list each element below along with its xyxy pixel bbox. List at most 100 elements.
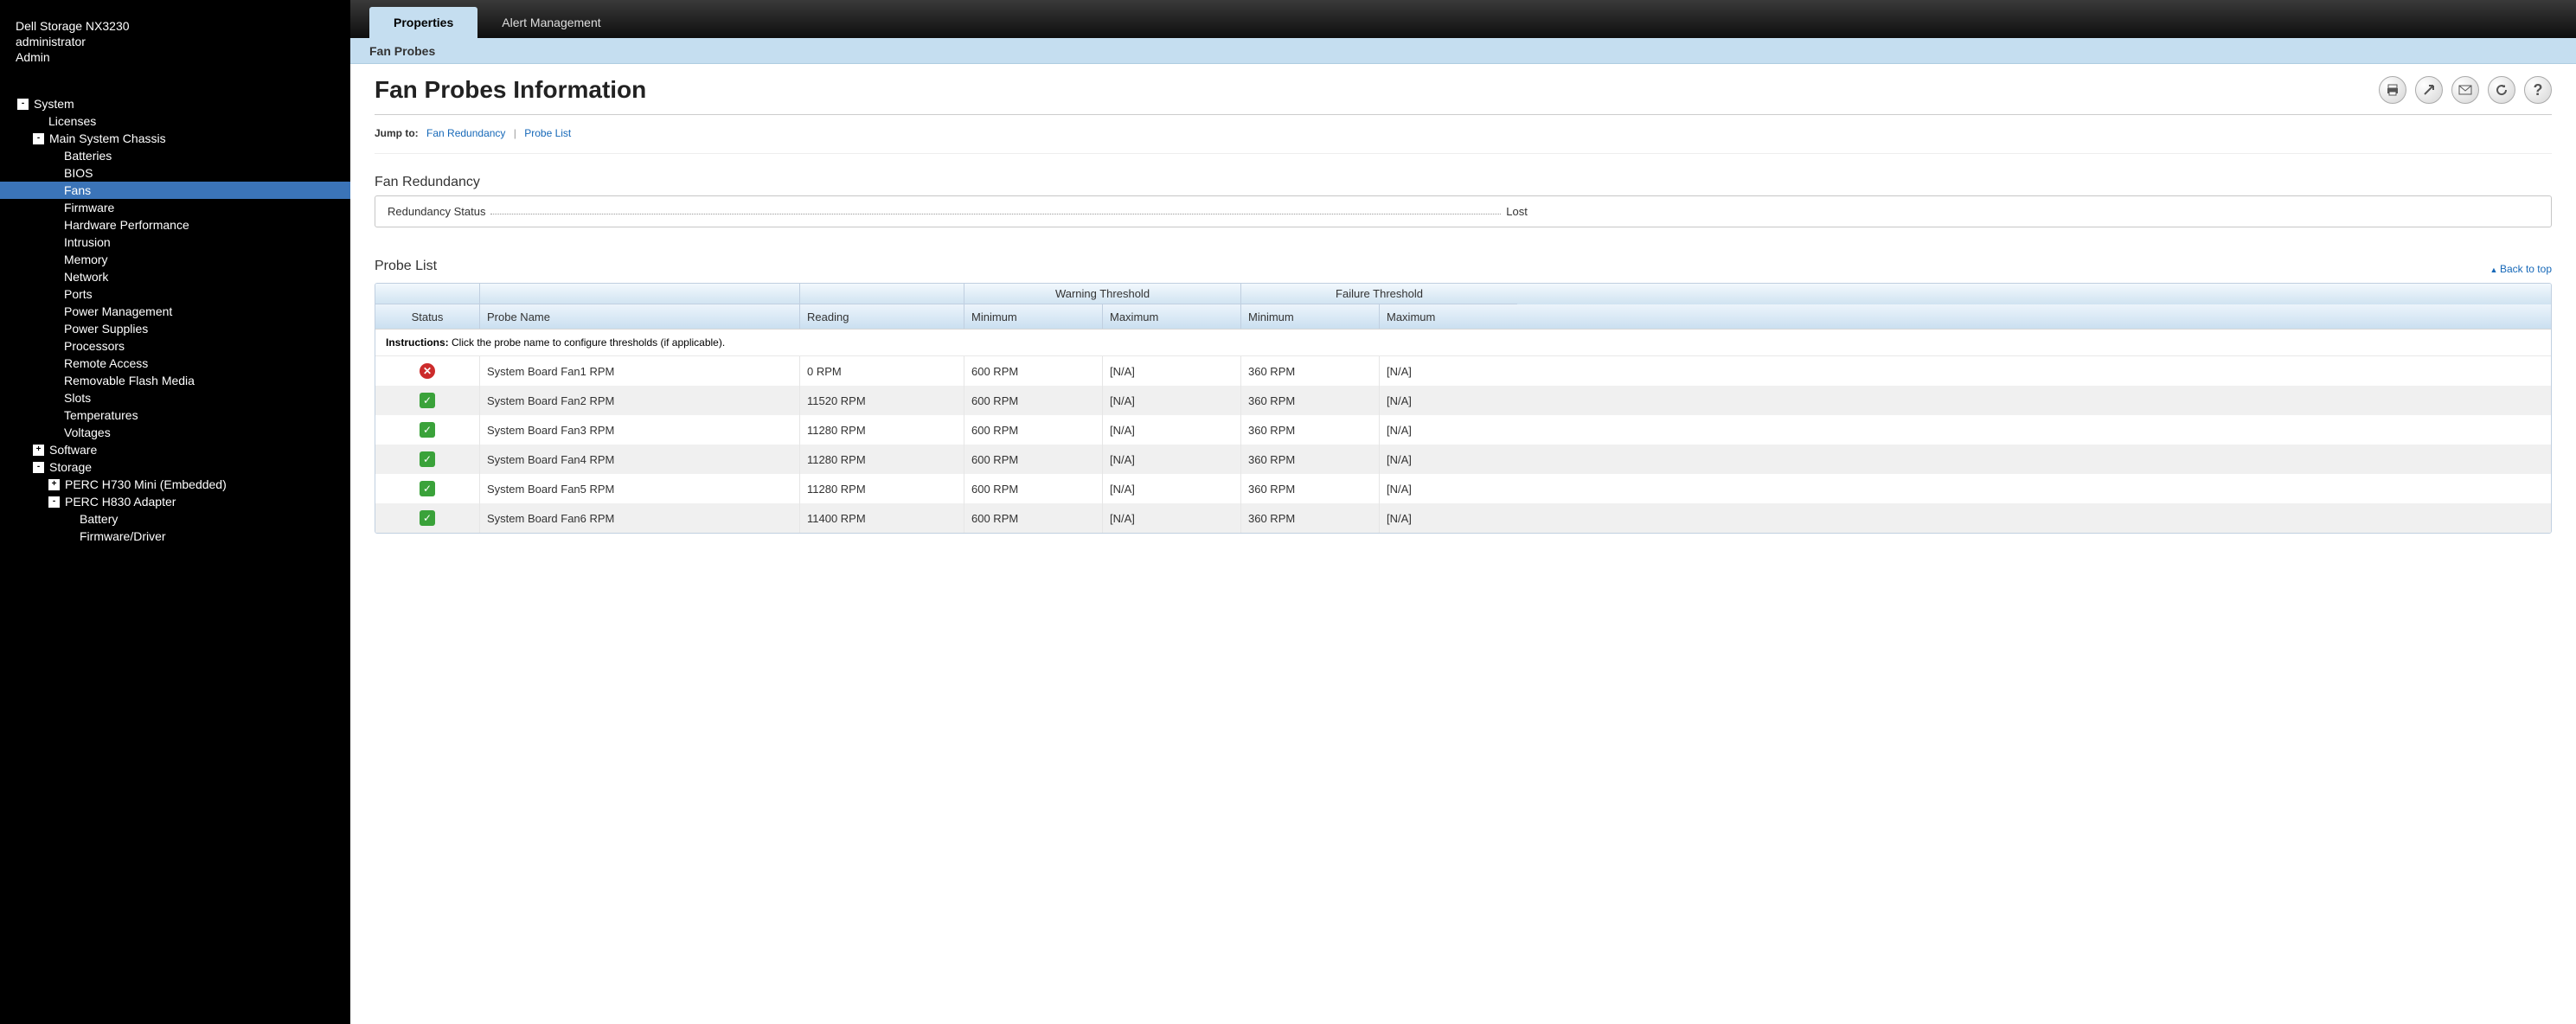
tree-item-software[interactable]: +Software — [0, 441, 350, 458]
cell-name[interactable]: System Board Fan1 RPM — [479, 356, 799, 386]
status-ok-icon: ✓ — [420, 481, 435, 496]
cell-wmin: 600 RPM — [964, 415, 1102, 445]
jump-to-bar: Jump to: Fan Redundancy | Probe List — [375, 120, 2552, 154]
tab-properties[interactable]: Properties — [369, 7, 477, 38]
cell-wmin: 600 RPM — [964, 474, 1102, 503]
tree-item-intrusion[interactable]: Intrusion — [0, 234, 350, 251]
cell-wmin: 600 RPM — [964, 356, 1102, 386]
export-icon[interactable] — [2415, 76, 2443, 104]
redundancy-panel: Redundancy Status Lost — [375, 195, 2552, 227]
tree-item-perc-h730-mini-embedded-[interactable]: +PERC H730 Mini (Embedded) — [0, 476, 350, 493]
cell-reading: 11280 RPM — [799, 415, 964, 445]
jump-link-redundancy[interactable]: Fan Redundancy — [426, 127, 505, 139]
cell-fmin: 360 RPM — [1240, 415, 1379, 445]
cell-status: ✓ — [375, 474, 479, 503]
cell-name[interactable]: System Board Fan5 RPM — [479, 474, 799, 503]
cell-name[interactable]: System Board Fan6 RPM — [479, 503, 799, 533]
table-row: ✓System Board Fan3 RPM11280 RPM600 RPM [N… — [375, 415, 2551, 445]
expand-icon[interactable]: + — [48, 479, 60, 490]
tree-item-label: Intrusion — [64, 235, 111, 249]
expand-icon[interactable]: + — [33, 445, 44, 456]
instructions-text: Click the probe name to configure thresh… — [449, 336, 726, 349]
status-ok-icon: ✓ — [420, 451, 435, 467]
refresh-icon[interactable] — [2488, 76, 2515, 104]
cell-fmax: [N/A] — [1379, 445, 1517, 474]
help-icon[interactable]: ? — [2524, 76, 2552, 104]
table-row: ✓System Board Fan2 RPM11520 RPM600 RPM[N… — [375, 386, 2551, 415]
cell-wmin: 600 RPM — [964, 445, 1102, 474]
email-icon[interactable] — [2451, 76, 2479, 104]
tree-item-batteries[interactable]: Batteries — [0, 147, 350, 164]
tree-item-memory[interactable]: Memory — [0, 251, 350, 268]
nav-tree: -SystemLicenses-Main System ChassisBatte… — [0, 95, 350, 545]
cell-fmax: [N/A] — [1379, 415, 1517, 445]
cell-wmax: [N/A] — [1102, 356, 1240, 386]
cell-name[interactable]: System Board Fan3 RPM — [479, 415, 799, 445]
tree-item-label: Remote Access — [64, 356, 148, 370]
cell-name[interactable]: System Board Fan4 RPM — [479, 445, 799, 474]
user-name: administrator — [16, 35, 335, 48]
cell-name[interactable]: System Board Fan2 RPM — [479, 386, 799, 415]
tree-item-label: Power Supplies — [64, 322, 148, 336]
tree-item-label: Slots — [64, 391, 91, 405]
tree-item-main-system-chassis[interactable]: -Main System Chassis — [0, 130, 350, 147]
table-row: ✕System Board Fan1 RPM0 RPM600 RPM[N/A]3… — [375, 356, 2551, 386]
content-area: Fan Probes Information ? Jump to: Fan Re… — [350, 64, 2576, 1024]
tree-item-power-supplies[interactable]: Power Supplies — [0, 320, 350, 337]
cell-status: ✓ — [375, 415, 479, 445]
tree-item-label: Ports — [64, 287, 93, 301]
jump-link-probelist[interactable]: Probe List — [524, 127, 571, 139]
status-ok-icon: ✓ — [420, 393, 435, 408]
cell-fmin: 360 RPM — [1240, 445, 1379, 474]
collapse-icon[interactable]: - — [48, 496, 60, 508]
tree-item-label: Battery — [80, 512, 118, 526]
cell-fmax: [N/A] — [1379, 386, 1517, 415]
server-name: Dell Storage NX3230 — [16, 19, 335, 33]
redundancy-status-value: Lost — [1506, 205, 2539, 218]
tree-item-system[interactable]: -System — [0, 95, 350, 112]
tree-item-label: Firmware — [64, 201, 114, 214]
collapse-icon[interactable]: - — [17, 99, 29, 110]
tree-item-temperatures[interactable]: Temperatures — [0, 406, 350, 424]
tree-item-fans[interactable]: Fans — [0, 182, 350, 199]
tree-item-hardware-performance[interactable]: Hardware Performance — [0, 216, 350, 234]
tree-item-bios[interactable]: BIOS — [0, 164, 350, 182]
cell-reading: 11520 RPM — [799, 386, 964, 415]
tree-item-removable-flash-media[interactable]: Removable Flash Media — [0, 372, 350, 389]
print-icon[interactable] — [2379, 76, 2406, 104]
collapse-icon[interactable]: - — [33, 462, 44, 473]
tree-item-remote-access[interactable]: Remote Access — [0, 355, 350, 372]
cell-status: ✓ — [375, 503, 479, 533]
probe-list-title: Probe List — [375, 259, 437, 274]
cell-fmin: 360 RPM — [1240, 386, 1379, 415]
header-failure-threshold: Failure Threshold — [1240, 284, 1517, 304]
collapse-icon[interactable]: - — [33, 133, 44, 144]
tree-item-ports[interactable]: Ports — [0, 285, 350, 303]
col-reading: Reading — [799, 304, 964, 329]
tree-item-slots[interactable]: Slots — [0, 389, 350, 406]
cell-wmax: [N/A] — [1102, 474, 1240, 503]
tree-item-network[interactable]: Network — [0, 268, 350, 285]
page-header: Fan Probes Information ? — [375, 76, 2552, 115]
tab-alert-management[interactable]: Alert Management — [477, 7, 625, 38]
nav-tree-container[interactable]: -SystemLicenses-Main System ChassisBatte… — [0, 71, 350, 1024]
status-ok-icon: ✓ — [420, 510, 435, 526]
tree-item-label: Processors — [64, 339, 125, 353]
tree-item-firmware[interactable]: Firmware — [0, 199, 350, 216]
tree-item-licenses[interactable]: Licenses — [0, 112, 350, 130]
probe-list-header: Probe List Back to top — [375, 259, 2552, 279]
cell-reading: 0 RPM — [799, 356, 964, 386]
tree-item-power-management[interactable]: Power Management — [0, 303, 350, 320]
table-row: ✓System Board Fan6 RPM11400 RPM600 RPM[N… — [375, 503, 2551, 533]
back-to-top-link[interactable]: Back to top — [2490, 263, 2552, 275]
cell-fmin: 360 RPM — [1240, 503, 1379, 533]
tree-item-battery[interactable]: Battery — [0, 510, 350, 528]
header-warning-threshold: Warning Threshold — [964, 284, 1240, 304]
tree-item-voltages[interactable]: Voltages — [0, 424, 350, 441]
tree-item-storage[interactable]: -Storage — [0, 458, 350, 476]
tree-item-processors[interactable]: Processors — [0, 337, 350, 355]
tree-item-perc-h830-adapter[interactable]: -PERC H830 Adapter — [0, 493, 350, 510]
redundancy-title: Fan Redundancy — [375, 175, 2552, 190]
tree-item-firmware-driver[interactable]: Firmware/Driver — [0, 528, 350, 545]
tree-item-label: Licenses — [48, 114, 96, 128]
